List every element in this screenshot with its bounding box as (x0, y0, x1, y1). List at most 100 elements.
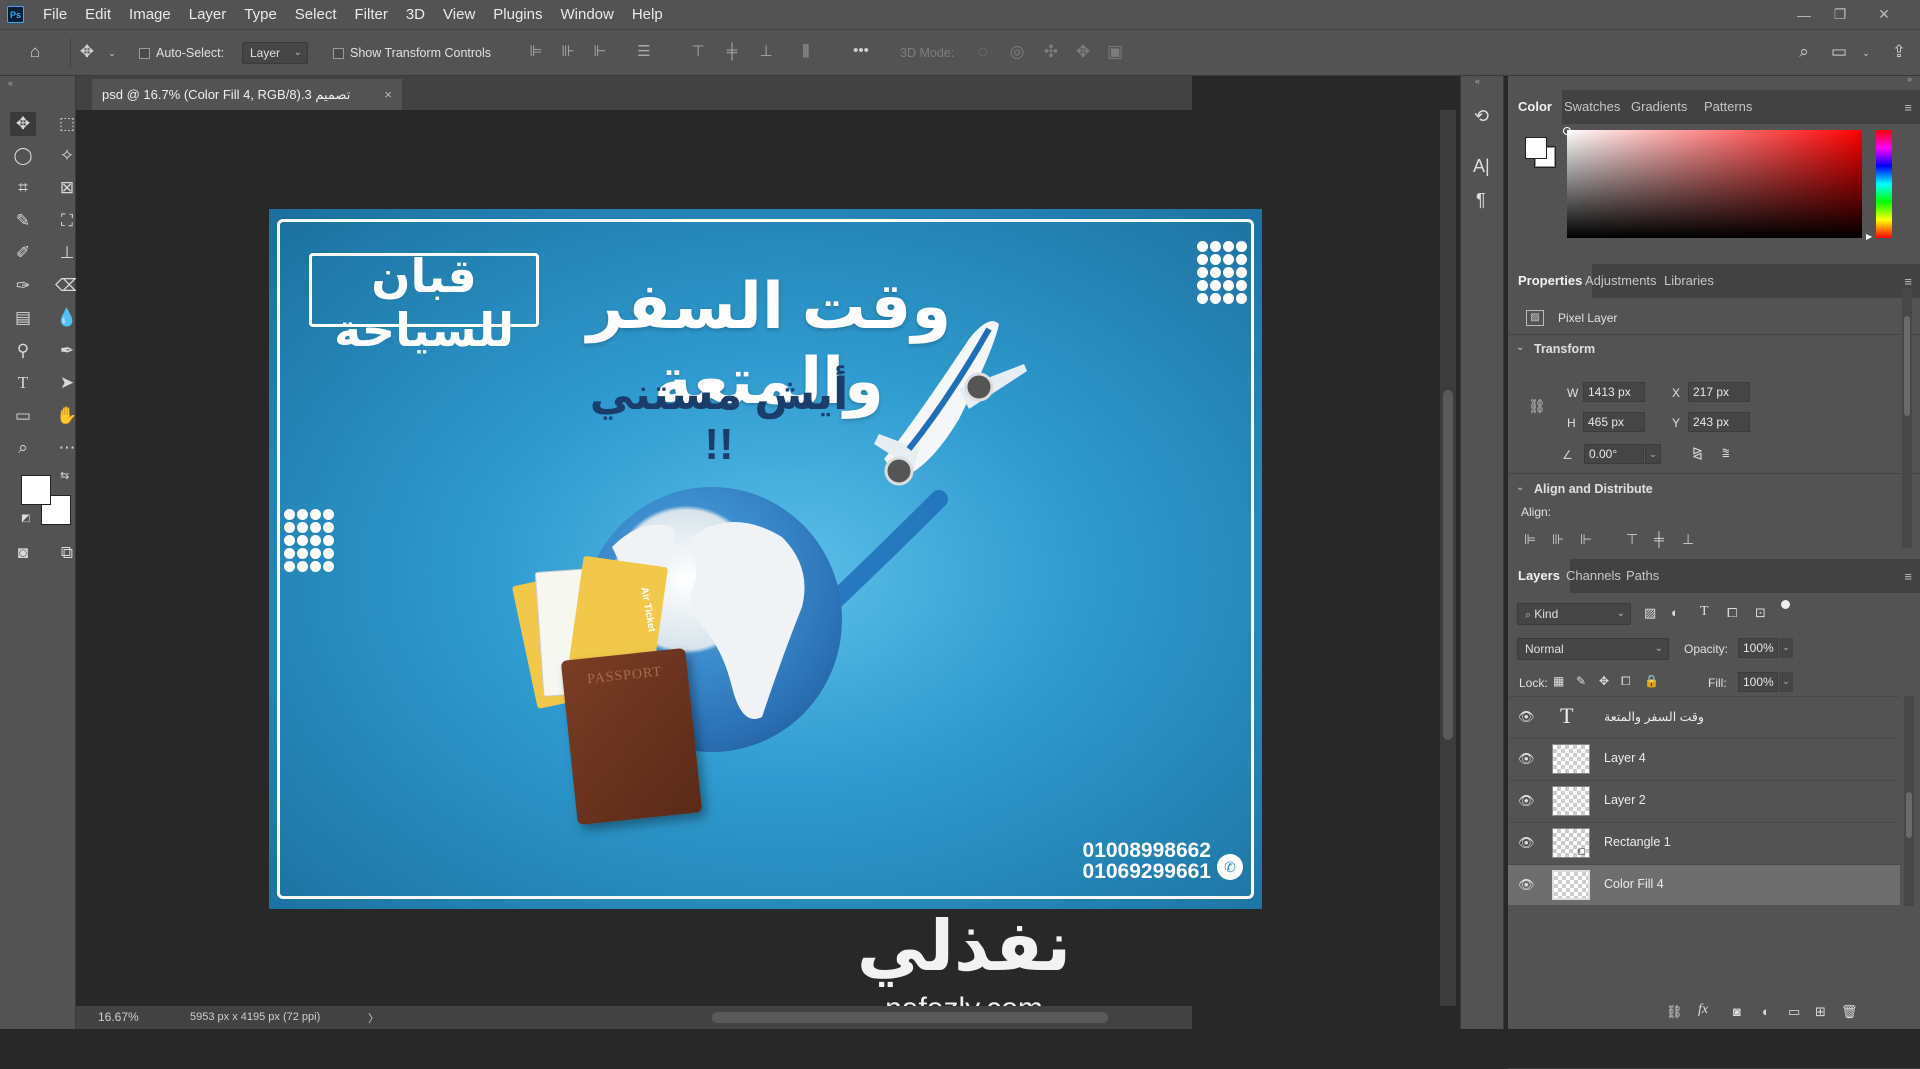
menu-view[interactable]: View (434, 0, 484, 29)
layer-row-layer4[interactable]: 👁 Layer 4 (1508, 738, 1900, 779)
lock-artboard-icon[interactable]: ⧠ (1621, 674, 1631, 689)
fx-icon[interactable]: fx (1698, 1002, 1708, 1018)
align-top-icon[interactable]: ⊤ (1626, 531, 1638, 548)
paragraph-panel-icon[interactable]: ¶ (1476, 190, 1486, 211)
move-tool-icon[interactable]: ✥ (76, 42, 98, 62)
align-right-icon[interactable]: ⊩ (1580, 531, 1592, 548)
eye-icon[interactable]: 👁 (1518, 709, 1535, 725)
menu-icon[interactable]: ≡ (1904, 569, 1912, 584)
lock-transparency-icon[interactable]: ▦ (1553, 674, 1564, 688)
lock-all-icon[interactable]: 🔒 (1644, 674, 1659, 688)
show-transform-checkbox[interactable] (333, 48, 344, 59)
more-options-icon[interactable]: ••• (848, 41, 874, 61)
share-icon[interactable]: ⇪ (1888, 42, 1910, 62)
character-panel-icon[interactable]: A| (1473, 156, 1490, 177)
default-colors-icon[interactable]: ◩ (21, 513, 30, 524)
3d-slide-icon[interactable]: ✥ (1072, 42, 1094, 62)
gradient-tool-icon[interactable]: ▤ (10, 306, 36, 330)
close-window-button[interactable]: ✕ (1866, 0, 1902, 29)
auto-select-checkbox[interactable] (139, 48, 150, 59)
menu-icon[interactable]: ≡ (1904, 274, 1912, 289)
eye-icon[interactable]: 👁 (1518, 835, 1535, 851)
lock-pixels-icon[interactable]: ✎ (1576, 674, 1586, 688)
align-top-icon[interactable]: ⊤ (688, 42, 708, 62)
document-tab[interactable]: تصميم 3.psd @ 16.7% (Color Fill 4, RGB/8… (92, 79, 402, 110)
layer-filter-dropdown[interactable]: ⌕ Kind ⌄ (1517, 603, 1631, 625)
menu-type[interactable]: Type (235, 0, 286, 29)
adjustment-layer-icon[interactable]: ◐ (1762, 1004, 1770, 1019)
color-picker-field[interactable] (1567, 130, 1862, 238)
link-icon[interactable]: ⛓ (1528, 398, 1546, 415)
zoom-tool-icon[interactable]: ⌕ (10, 436, 36, 460)
menu-icon[interactable]: ≡ (1904, 100, 1912, 115)
zoom-level[interactable]: 16.67% (98, 1010, 139, 1024)
3d-roll-icon[interactable]: ◎ (1006, 42, 1028, 62)
menu-select[interactable]: Select (286, 0, 346, 29)
tab-libraries[interactable]: Libraries (1654, 264, 1724, 298)
flip-horizontal-icon[interactable]: ⧎ (1692, 445, 1703, 461)
menu-layer[interactable]: Layer (180, 0, 236, 29)
tab-patterns[interactable]: Patterns (1694, 90, 1762, 124)
chevron-down-icon[interactable]: ⌄ (1779, 672, 1793, 692)
chevron-down-icon[interactable]: ⌄ (1516, 342, 1524, 353)
align-bottom-icon[interactable]: ⊥ (1682, 531, 1694, 548)
layer-row-layer2[interactable]: 👁 Layer 2 (1508, 780, 1900, 821)
layer-row-colorfill4[interactable]: 👁 Color Fill 4 (1508, 864, 1900, 905)
color-picker-marker[interactable] (1563, 127, 1571, 135)
layers-scroll-thumb[interactable] (1906, 792, 1912, 838)
align-bottom-icon[interactable]: ⊥ (756, 42, 776, 62)
close-tab-icon[interactable]: × (384, 79, 392, 110)
hue-slider[interactable] (1876, 130, 1892, 238)
eyedropper-tool-icon[interactable]: ✎ (10, 209, 36, 233)
properties-scroll-thumb[interactable] (1904, 316, 1910, 416)
artwork-canvas[interactable]: قبان للسياحة وقت السفر والمتعة أيش مستني… (269, 209, 1262, 909)
flip-vertical-icon[interactable]: ⩰ (1722, 445, 1730, 461)
filter-shape-icon[interactable]: ⧠ (1727, 605, 1737, 621)
crop-tool-icon[interactable]: ⌗ (10, 176, 36, 200)
filter-toggle-icon[interactable] (1781, 600, 1790, 609)
brush-tool-icon[interactable]: ✐ (10, 241, 36, 265)
lock-position-icon[interactable]: ✥ (1599, 674, 1609, 688)
minimize-button[interactable]: — (1786, 0, 1822, 29)
layer-row-rectangle1[interactable]: 👁 ⧠ Rectangle 1 (1508, 822, 1900, 863)
align-right-icon[interactable]: ⊩ (590, 42, 610, 62)
menu-window[interactable]: Window (551, 0, 622, 29)
fill-input[interactable]: 100% (1738, 672, 1778, 692)
collapse-icon[interactable]: « (1475, 76, 1480, 86)
3d-pan-icon[interactable]: ✣ (1040, 42, 1062, 62)
menu-file[interactable]: File (34, 0, 76, 29)
auto-select-dropdown[interactable]: Layer ⌄ (242, 42, 308, 64)
3d-orbit-icon[interactable]: ◌ (972, 42, 994, 62)
eye-icon[interactable]: 👁 (1518, 793, 1535, 809)
menu-image[interactable]: Image (120, 0, 180, 29)
angle-input[interactable]: 0.00° (1584, 444, 1644, 464)
x-input[interactable]: 217 px (1688, 382, 1750, 402)
add-mask-icon[interactable]: ◙ (1733, 1004, 1741, 1019)
scroll-thumb[interactable] (1443, 390, 1453, 740)
filter-pixel-icon[interactable]: ▨ (1644, 605, 1656, 621)
restore-button[interactable]: ❐ (1822, 0, 1858, 29)
expand-icon[interactable]: » (1907, 74, 1912, 84)
home-icon[interactable]: ⌂ (24, 42, 46, 62)
y-input[interactable]: 243 px (1688, 412, 1750, 432)
blend-mode-dropdown[interactable]: Normal ⌄ (1517, 638, 1669, 660)
tab-paths[interactable]: Paths (1616, 559, 1669, 593)
quick-mask-icon[interactable]: ◙ (10, 541, 36, 565)
distribute-icon[interactable]: ☰ (634, 42, 654, 62)
opacity-input[interactable]: 100% (1738, 638, 1778, 658)
align-left-icon[interactable]: ⊫ (526, 42, 546, 62)
chevron-down-icon[interactable]: ⌄ (1860, 43, 1872, 63)
horizontal-scroll-thumb[interactable] (712, 1012, 1108, 1023)
status-arrow-icon[interactable]: 〉 (368, 1010, 379, 1026)
align-middle-icon[interactable]: ╪ (722, 42, 742, 62)
canvas-vertical-scrollbar[interactable] (1440, 110, 1456, 1006)
menu-edit[interactable]: Edit (76, 0, 120, 29)
align-vcenter-icon[interactable]: ╪ (1654, 531, 1664, 547)
chevron-down-icon[interactable]: ⌄ (1645, 444, 1661, 464)
chevron-down-icon[interactable]: ⌄ (1516, 482, 1524, 493)
filter-smart-object-icon[interactable]: ⊡ (1755, 605, 1766, 621)
filter-type-icon[interactable]: T (1700, 604, 1709, 620)
collapse-icon[interactable]: « (8, 78, 13, 88)
align-hcenter-icon[interactable]: ⊪ (1552, 531, 1564, 548)
chevron-down-icon[interactable]: ⌄ (1779, 638, 1793, 658)
